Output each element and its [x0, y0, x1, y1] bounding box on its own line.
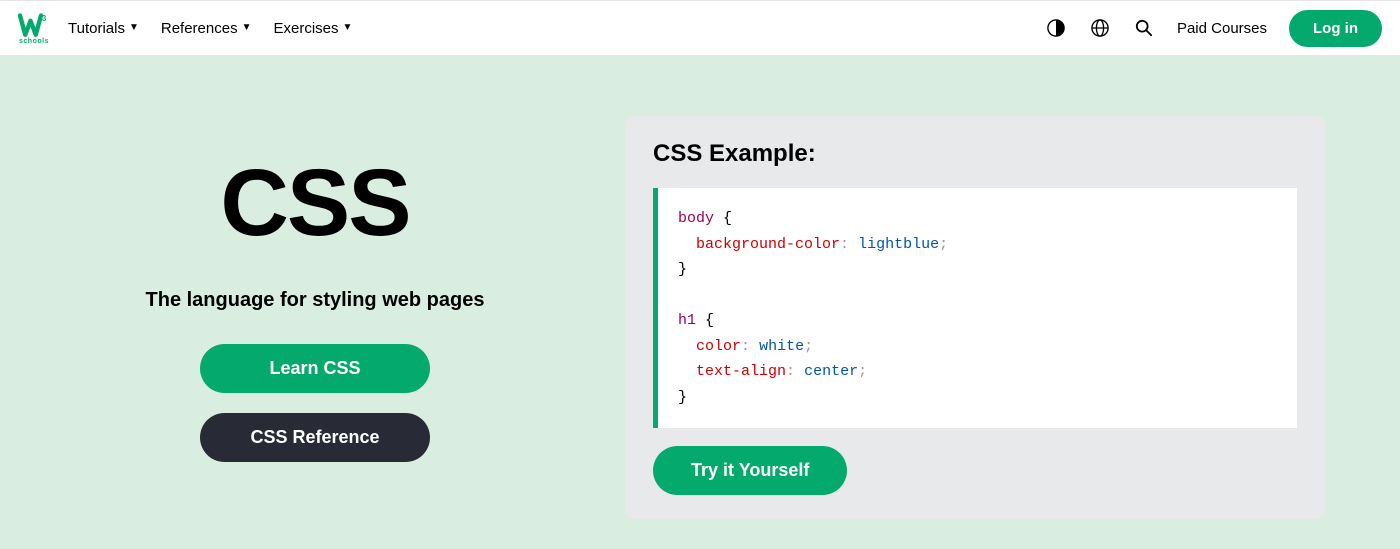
nav-tutorials[interactable]: Tutorials ▼ [68, 20, 139, 37]
code-selector: body [678, 210, 714, 227]
theme-toggle-icon[interactable] [1045, 17, 1067, 39]
paid-courses-link[interactable]: Paid Courses [1177, 20, 1267, 37]
svg-text:3: 3 [42, 13, 47, 22]
globe-icon[interactable] [1089, 17, 1111, 39]
w3-logo-icon: 3 [18, 12, 50, 40]
code-property: background-color [696, 236, 840, 253]
code-value: center [804, 363, 858, 380]
code-value: white [759, 338, 804, 355]
caret-down-icon: ▼ [129, 23, 139, 33]
search-icon[interactable] [1133, 17, 1155, 39]
code-property: text-align [696, 363, 786, 380]
nav-exercises-label: Exercises [274, 20, 339, 37]
hero-subtitle: The language for styling web pages [146, 289, 485, 312]
logo[interactable]: 3 schools [18, 12, 50, 45]
learn-css-button[interactable]: Learn CSS [200, 344, 430, 393]
nav-tutorials-label: Tutorials [68, 20, 125, 37]
hero-section: CSS The language for styling web pages L… [0, 56, 1400, 549]
code-property: color [696, 338, 741, 355]
top-navbar: 3 schools Tutorials ▼ References ▼ Exerc… [0, 0, 1400, 56]
nav-references-label: References [161, 20, 238, 37]
logo-subtext: schools [19, 38, 49, 45]
nav-left: Tutorials ▼ References ▼ Exercises ▼ [68, 20, 352, 37]
hero-title: CSS [220, 156, 409, 251]
nav-right: Paid Courses Log in [1045, 10, 1382, 47]
example-card: CSS Example: body { background-color: li… [625, 116, 1325, 519]
code-selector: h1 [678, 312, 696, 329]
caret-down-icon: ▼ [242, 23, 252, 33]
example-heading: CSS Example: [653, 140, 1297, 168]
css-reference-button[interactable]: CSS Reference [200, 413, 430, 462]
try-it-yourself-button[interactable]: Try it Yourself [653, 446, 847, 495]
hero-left: CSS The language for styling web pages L… [75, 116, 555, 519]
caret-down-icon: ▼ [343, 23, 353, 33]
code-value: lightblue [858, 236, 939, 253]
code-block: body { background-color: lightblue; } h1… [653, 188, 1297, 428]
hero-right: CSS Example: body { background-color: li… [625, 116, 1325, 519]
login-button[interactable]: Log in [1289, 10, 1382, 47]
nav-exercises[interactable]: Exercises ▼ [274, 20, 353, 37]
nav-references[interactable]: References ▼ [161, 20, 252, 37]
